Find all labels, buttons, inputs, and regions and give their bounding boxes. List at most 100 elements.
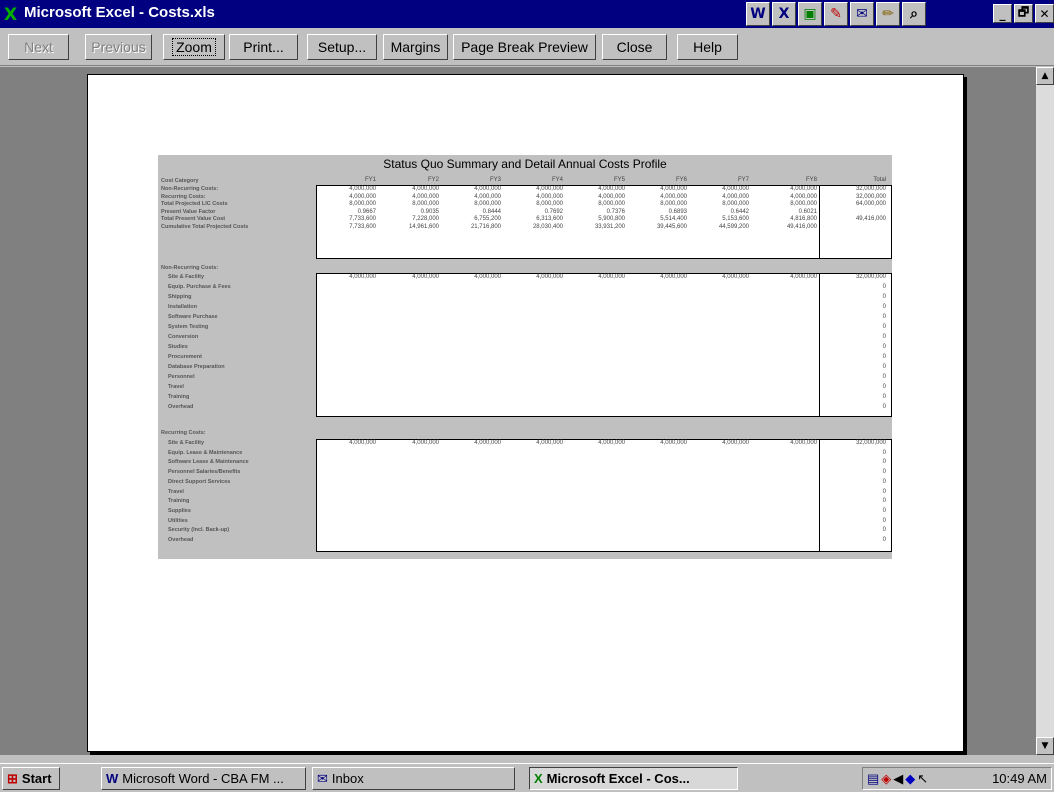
total-value: 0 (882, 394, 886, 400)
scroll-up-icon[interactable]: ▲ (1036, 67, 1054, 85)
cell-value: 4,000,000 (790, 440, 817, 446)
cost-category-header: Cost Category (161, 178, 199, 184)
row-label: Overhead (168, 537, 194, 543)
cell-value: 4,000,000 (474, 274, 501, 280)
notes-shortcut-icon[interactable]: ✏ (876, 2, 900, 26)
section-header: Recurring Costs: (161, 430, 206, 436)
word-icon: W (106, 771, 119, 786)
setup-button[interactable]: Setup... (307, 34, 377, 60)
year-header: FY1 (364, 177, 376, 183)
start-label: Start (21, 771, 52, 786)
row-label: Conversion (168, 334, 199, 340)
year-header: FY6 (675, 177, 687, 183)
cell-value: 4,000,000 (722, 193, 749, 200)
row-label: Training (168, 498, 190, 505)
outlook-shortcut-icon[interactable]: ✉ (850, 2, 874, 26)
row-label: Site & Facility (168, 440, 205, 446)
vertical-scrollbar[interactable]: ▲ ▼ (1036, 67, 1054, 755)
taskbar-inbox[interactable]: ✉ Inbox (312, 767, 515, 790)
network-icon[interactable]: ◆ (905, 771, 915, 787)
taskbar-excel[interactable]: X Microsoft Excel - Cos... (529, 767, 738, 790)
total-value: 0 (882, 404, 886, 410)
cell-value: 0.8444 (482, 208, 501, 215)
cell-value: 5,514,400 (660, 216, 687, 222)
cell-value: 4,000,000 (790, 186, 817, 192)
cell-value: 4,000,000 (412, 193, 439, 200)
next-button[interactable]: Next (8, 34, 69, 60)
close-preview-button[interactable]: Close (602, 34, 667, 60)
total-value: 0 (882, 334, 886, 340)
year-header: FY4 (551, 177, 563, 183)
row-label: Personnel (168, 374, 195, 380)
section-header: Non-Recurring Costs: (161, 265, 219, 271)
total-value: 0 (882, 374, 886, 380)
task-label: Microsoft Word - CBA FM ... (122, 771, 284, 786)
previous-button[interactable]: Previous (85, 34, 152, 60)
row-label: Total Projected LIC Costs (161, 201, 228, 207)
year-header: FY5 (613, 177, 625, 183)
system-tray: ▤ ◈ ◀ ◆ ↖ 10:49 AM (862, 767, 1052, 790)
cell-value: 4,000,000 (598, 186, 625, 192)
powerpoint-shortcut-icon[interactable]: ✎ (824, 2, 848, 26)
taskbar-word[interactable]: W Microsoft Word - CBA FM ... (101, 767, 306, 790)
cell-value: 8,000,000 (790, 201, 817, 207)
year-header: FY3 (489, 177, 501, 183)
excel-icon: X (534, 771, 543, 786)
word-shortcut-icon[interactable]: X (772, 2, 796, 26)
row-label: Direct Support Services (168, 478, 231, 485)
cell-value: 8,000,000 (412, 201, 439, 207)
start-button[interactable]: ⊞ Start (2, 767, 60, 790)
excel-app-icon: X (4, 5, 18, 25)
row-label: Utilities (168, 517, 188, 524)
year-header: FY2 (427, 177, 439, 183)
window-controls: _ 🗗 ✕ (993, 4, 1054, 23)
row-label: Shipping (168, 294, 192, 300)
scroll-down-icon[interactable]: ▼ (1036, 737, 1054, 755)
preview-page[interactable]: Status Quo Summary and Detail Annual Cos… (87, 74, 964, 752)
total-value: 0 (882, 478, 886, 485)
nonrecurring-block (316, 273, 892, 417)
minimize-icon[interactable]: _ (993, 4, 1012, 23)
margins-button[interactable]: Margins (383, 34, 448, 60)
cell-value: 4,000,000 (790, 274, 817, 280)
row-label: Software Lease & Maintenance (168, 459, 249, 466)
task-label: Microsoft Excel - Cos... (546, 771, 690, 786)
close-icon[interactable]: ✕ (1035, 4, 1054, 23)
shortcut-icon[interactable]: W (746, 2, 770, 26)
print-button[interactable]: Print... (229, 34, 298, 60)
cell-value: 14,961,600 (408, 223, 439, 230)
restore-icon[interactable]: 🗗 (1014, 4, 1033, 23)
row-label: Overhead (168, 404, 194, 410)
cell-value: 4,816,800 (790, 216, 817, 222)
year-header: FY8 (805, 177, 817, 183)
tray-app-icon[interactable]: ▤ (867, 771, 879, 787)
row-label: Total Present Value Cost (161, 216, 226, 222)
row-label: Database Preparation (168, 364, 225, 370)
total-value: 0 (882, 527, 886, 534)
volume-icon[interactable]: ◀ (893, 771, 903, 787)
total-value: 0 (882, 354, 886, 360)
cell-value: 21,716,800 (470, 223, 501, 230)
cell-value: 4,000,000 (660, 274, 687, 280)
cell-value: 4,000,000 (474, 440, 501, 446)
tray-shield-icon[interactable]: ◈ (881, 771, 891, 787)
cell-value: 7,228,000 (412, 216, 439, 222)
tray-cursor-icon[interactable]: ↖ (917, 771, 928, 787)
zoom-button[interactable]: Zoom (163, 34, 225, 60)
cell-value: 4,000,000 (722, 186, 749, 192)
cell-value: 4,000,000 (412, 274, 439, 280)
total-value: 0 (882, 459, 886, 466)
print-preview-toolbar: Next Previous Zoom Print... Setup... Mar… (0, 28, 1054, 66)
help-button[interactable]: Help (677, 34, 738, 60)
row-label: Procurement (168, 354, 202, 360)
find-shortcut-icon[interactable]: ⌕ (902, 2, 926, 26)
page-break-preview-button[interactable]: Page Break Preview (453, 34, 596, 60)
recurring-divider (819, 439, 820, 552)
cell-value: 8,000,000 (349, 201, 376, 207)
row-label: Cumulative Total Projected Costs (161, 223, 249, 230)
cell-value: 7,733,600 (349, 223, 376, 230)
excel-shortcut-icon[interactable]: ▣ (798, 2, 822, 26)
summary-divider (819, 185, 820, 259)
office-shortcut-bar: W X ▣ ✎ ✉ ✏ ⌕ (746, 2, 926, 26)
cell-value: 44,599,200 (718, 223, 749, 230)
